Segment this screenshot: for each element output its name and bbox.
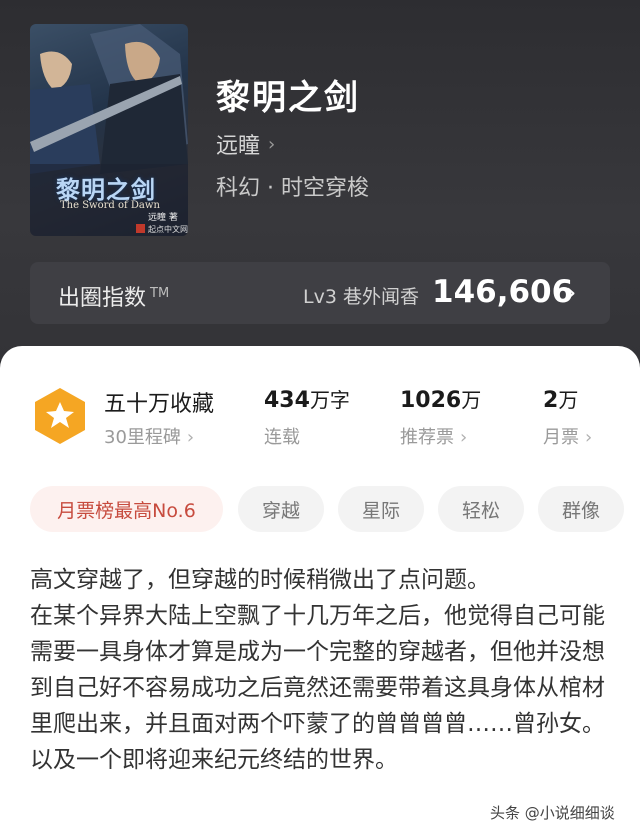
chevron-right-icon: ›: [186, 427, 195, 448]
popularity-index-bar[interactable]: 出圈指数 TM Lv3 巷外闻香 146,606 ›: [30, 262, 610, 324]
milestone-sub: 30里程碑: [104, 427, 181, 448]
word-count-value: 434: [264, 388, 310, 413]
book-cover[interactable]: 黎明之剑 The Sword of Dawn 远瞳 著 起点中文网: [30, 24, 188, 236]
recommend-unit: 万: [461, 388, 482, 412]
book-info-panel: 五十万收藏 30里程碑 › 434万字 连载 1026万 推荐票 › 2万 月票 › …: [0, 346, 640, 834]
monthly-unit: 万: [558, 388, 579, 412]
book-title: 黎明之剑: [216, 78, 360, 118]
serial-status: 连载: [264, 427, 300, 448]
monthly-value: 2: [543, 388, 559, 413]
chevron-right-icon: ›: [268, 133, 276, 155]
word-count-unit: 万字: [309, 388, 350, 412]
star-badge-icon: [35, 388, 85, 444]
index-label: 出圈指数: [58, 286, 147, 311]
recommend-link[interactable]: 推荐票 ›: [400, 423, 467, 449]
description-paragraph: 以及一个即将迎来纪元终结的世界。: [30, 747, 398, 773]
milestone-link[interactable]: 30里程碑 ›: [104, 423, 194, 449]
book-header: 黎明之剑 The Sword of Dawn 远瞳 著 起点中文网 黎明之剑 远…: [0, 0, 640, 360]
tag-ensemble[interactable]: 群像: [538, 486, 624, 532]
cover-subtitle: The Sword of Dawn: [60, 200, 160, 211]
recommend-label: 推荐票: [400, 427, 454, 448]
author-link[interactable]: 远瞳 ›: [216, 128, 275, 160]
book-description: 高文穿越了，但穿越的时候稍微出了点问题。 在某个异界大陆上空飘了十几万年之后，他…: [30, 562, 614, 778]
tag-monthly-rank[interactable]: 月票榜最高No.6: [30, 486, 223, 532]
monthly-label: 月票: [543, 427, 579, 448]
chevron-right-icon: ›: [585, 427, 593, 448]
author-name: 远瞳: [216, 134, 261, 159]
recommend-value: 1026: [400, 388, 462, 413]
trademark-mark: TM: [150, 285, 170, 301]
description-paragraph: 高文穿越了，但穿越的时候稍微出了点问题。: [30, 567, 490, 593]
cover-publisher: 起点中文网: [148, 225, 188, 234]
source-watermark: 头条 @小说细细谈: [486, 800, 619, 825]
index-level: Lv3 巷外闻香: [303, 286, 419, 308]
monthly-count: 2万: [543, 384, 578, 413]
index-value: 146,606: [432, 274, 574, 310]
tag-interstellar[interactable]: 星际: [338, 486, 424, 532]
monthly-link[interactable]: 月票 ›: [543, 423, 592, 449]
cover-author-mark: 远瞳 著: [148, 213, 178, 223]
milestone-title: 五十万收藏: [104, 392, 215, 417]
word-count: 434万字: [264, 384, 350, 413]
publisher-seal-icon: [136, 224, 145, 233]
recommend-count: 1026万: [400, 384, 481, 413]
index-label-group: 出圈指数 TM: [58, 280, 169, 312]
genre-label: 科幻 · 时空穿梭: [216, 176, 369, 201]
tag-transmigration[interactable]: 穿越: [238, 486, 324, 532]
chevron-right-icon: ›: [566, 278, 577, 308]
description-paragraph: 在某个异界大陆上空飘了十几万年之后，他觉得自己可能需要一具身体才算是成为一个完整…: [30, 603, 605, 737]
tag-relaxed[interactable]: 轻松: [438, 486, 524, 532]
chevron-right-icon: ›: [460, 427, 468, 448]
